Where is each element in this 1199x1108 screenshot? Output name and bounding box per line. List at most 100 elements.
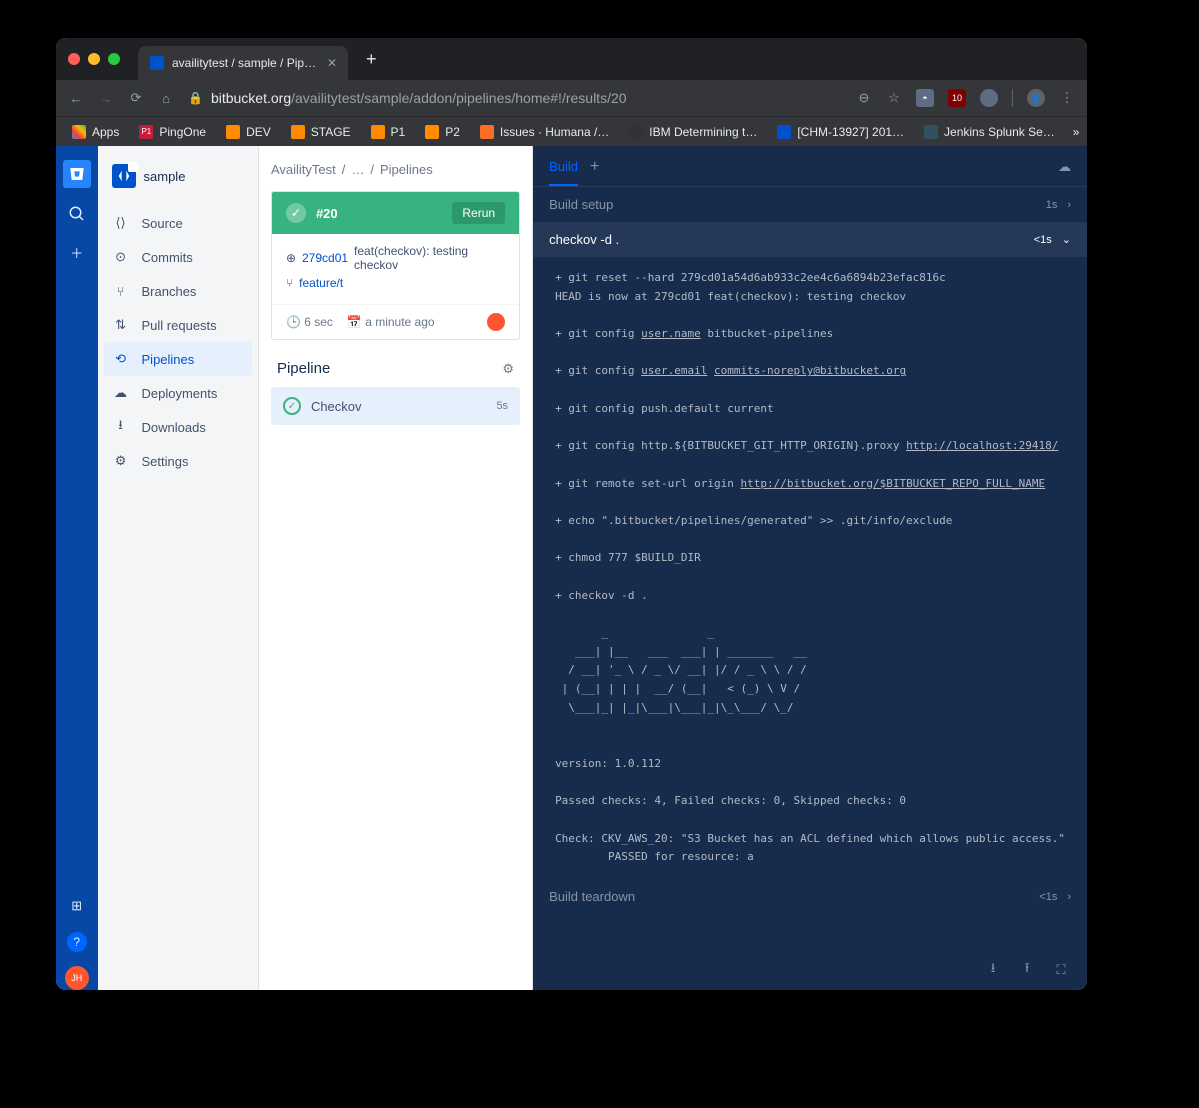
sidebar-item-branches[interactable]: ⑂Branches xyxy=(98,274,258,308)
pipeline-icon: ⟲ xyxy=(112,350,130,368)
commit-msg: feat(checkov): testing checkov xyxy=(354,244,505,272)
code-icon: ⟨⟩ xyxy=(112,214,130,232)
add-icon[interactable]: ＋ xyxy=(65,240,89,264)
browser-tab[interactable]: availitytest / sample / Pipelines ✕ xyxy=(138,46,348,80)
bookmark-pingone[interactable]: P1PingOne xyxy=(131,121,214,143)
pipeline-panel: AvailityTest / … / Pipelines ✓ #20 Rerun… xyxy=(259,146,533,990)
project-sidebar: sample ⟨⟩Source ⊙Commits ⑂Branches ⇅Pull… xyxy=(98,146,259,990)
bookmark-dev[interactable]: DEV xyxy=(218,121,279,143)
address-bar: ← → ⟳ ⌂ 🔒 bitbucket.org/availitytest/sam… xyxy=(56,80,1087,116)
sidebar-item-settings[interactable]: ⚙Settings xyxy=(98,444,258,478)
crumb-pipelines[interactable]: Pipelines xyxy=(380,162,433,177)
branch-name[interactable]: feature/t xyxy=(299,276,343,290)
sidebar-item-commits[interactable]: ⊙Commits xyxy=(98,240,258,274)
profile-icon[interactable]: 👤 xyxy=(1027,89,1045,107)
back-button[interactable]: ← xyxy=(68,90,84,106)
upload-log-icon[interactable]: ⭱ xyxy=(1017,960,1037,980)
download-log-icon[interactable]: ⭳ xyxy=(983,960,1003,980)
bookmark-gitlab[interactable]: Issues · Humana /… xyxy=(472,121,617,143)
browser-window: availitytest / sample / Pipelines ✕ + ← … xyxy=(56,38,1087,990)
pipeline-settings-icon[interactable]: ⚙ xyxy=(502,361,514,377)
log-section-command[interactable]: checkov -d . <1s ⌄ xyxy=(533,222,1087,257)
pipeline-title: Pipeline xyxy=(277,360,330,377)
search-icon[interactable] xyxy=(65,202,89,226)
reload-button[interactable]: ⟳ xyxy=(128,90,144,106)
global-rail: ＋ ⊞ ? JH xyxy=(56,146,98,990)
log-tabs: Build + ☁ xyxy=(533,146,1087,187)
expand-icon[interactable]: ⛶ xyxy=(1051,960,1071,980)
url-field[interactable]: 🔒 bitbucket.org/availitytest/sample/addo… xyxy=(188,90,842,106)
cloud-up-icon: ☁ xyxy=(112,384,130,402)
new-tab-button[interactable]: + xyxy=(366,49,377,70)
chevron-right-icon: › xyxy=(1067,891,1071,903)
step-success-icon: ✓ xyxy=(283,397,301,415)
extension-icon[interactable] xyxy=(980,89,998,107)
project-header[interactable]: sample xyxy=(98,158,258,194)
app-content: ＋ ⊞ ? JH sample ⟨⟩Source ⊙Commits ⑂Branc… xyxy=(56,146,1087,990)
add-tab-icon[interactable]: + xyxy=(590,158,599,186)
crumb-workspace[interactable]: AvailityTest xyxy=(271,162,336,177)
lock-icon: 🔒 xyxy=(188,91,203,105)
step-label: Checkov xyxy=(311,399,362,414)
bookmarks-overflow[interactable]: » xyxy=(1067,125,1086,139)
bookmarks-bar: Apps P1PingOne DEV STAGE P1 P2 Issues · … xyxy=(56,116,1087,146)
chevron-right-icon: › xyxy=(1067,199,1071,211)
log-panel: Build + ☁ Build setup 1s › checkov -d . … xyxy=(533,146,1087,990)
minimize-window[interactable] xyxy=(88,53,100,65)
commit-hash[interactable]: 279cd01 xyxy=(302,251,348,265)
tab-build[interactable]: Build xyxy=(549,159,578,186)
sidebar-item-deployments[interactable]: ☁Deployments xyxy=(98,376,258,410)
help-icon[interactable]: ? xyxy=(67,932,87,952)
log-body[interactable]: Build setup 1s › checkov -d . <1s ⌄ + gi… xyxy=(533,187,1087,950)
maximize-window[interactable] xyxy=(108,53,120,65)
run-body: ⊕ 279cd01 feat(checkov): testing checkov… xyxy=(272,234,519,304)
chevron-down-icon: ⌄ xyxy=(1062,233,1071,246)
bookmark-stage[interactable]: STAGE xyxy=(283,121,359,143)
pipeline-section-header: Pipeline ⚙ xyxy=(271,360,520,387)
close-tab-icon[interactable]: ✕ xyxy=(327,56,336,70)
log-section-setup[interactable]: Build setup 1s › xyxy=(533,187,1087,222)
url-text: bitbucket.org/availitytest/sample/addon/… xyxy=(211,90,627,106)
zoom-icon[interactable]: ⊖ xyxy=(856,90,872,106)
success-icon: ✓ xyxy=(286,203,306,223)
duration: 🕒 6 sec xyxy=(286,315,333,329)
toolbar-icons: ⊖ ☆ ◓ 10 👤 ⋮ xyxy=(856,89,1075,107)
extension-ublock-icon[interactable]: 10 xyxy=(948,89,966,107)
bookmark-p2[interactable]: P2 xyxy=(417,121,468,143)
home-button[interactable]: ⌂ xyxy=(158,90,174,106)
pr-icon: ⇅ xyxy=(112,316,130,334)
bookmark-jenkins[interactable]: Jenkins Splunk Se… xyxy=(916,121,1063,143)
crumb-more[interactable]: … xyxy=(351,162,364,177)
apps-grid-icon[interactable]: ⊞ xyxy=(65,894,89,918)
forward-button[interactable]: → xyxy=(98,90,114,106)
log-section-teardown[interactable]: Build teardown <1s › xyxy=(533,879,1087,914)
run-card: ✓ #20 Rerun ⊕ 279cd01 feat(checkov): tes… xyxy=(271,191,520,340)
bookmark-apps[interactable]: Apps xyxy=(64,121,127,143)
run-meta: 🕒 6 sec 📅 a minute ago xyxy=(272,304,519,339)
author-avatar[interactable] xyxy=(487,313,505,331)
user-avatar[interactable]: JH xyxy=(65,966,89,990)
project-icon xyxy=(112,164,136,188)
gear-icon: ⚙ xyxy=(112,452,130,470)
close-window[interactable] xyxy=(68,53,80,65)
sidebar-item-source[interactable]: ⟨⟩Source xyxy=(98,206,258,240)
bookmark-jira[interactable]: [CHM-13927] 201… xyxy=(769,121,912,143)
project-name: sample xyxy=(144,169,186,184)
bitbucket-logo-icon[interactable] xyxy=(63,160,91,188)
timestamp: 📅 a minute ago xyxy=(347,315,435,329)
star-icon[interactable]: ☆ xyxy=(886,90,902,106)
branch-glyph-icon: ⑂ xyxy=(286,276,293,290)
sidebar-item-pipelines[interactable]: ⟲Pipelines xyxy=(104,342,252,376)
titlebar: availitytest / sample / Pipelines ✕ + xyxy=(56,38,1087,80)
sidebar-item-downloads[interactable]: ⭳Downloads xyxy=(98,410,258,444)
run-number: #20 xyxy=(316,206,442,221)
extension-shield-icon[interactable]: ◓ xyxy=(916,89,934,107)
cloud-download-icon[interactable]: ☁ xyxy=(1058,159,1071,185)
bookmark-ibm[interactable]: IBM Determining t… xyxy=(621,121,765,143)
sidebar-item-pull-requests[interactable]: ⇅Pull requests xyxy=(98,308,258,342)
bookmark-p1[interactable]: P1 xyxy=(363,121,414,143)
run-header: ✓ #20 Rerun xyxy=(272,192,519,234)
rerun-button[interactable]: Rerun xyxy=(452,202,505,224)
menu-icon[interactable]: ⋮ xyxy=(1059,90,1075,106)
step-checkov[interactable]: ✓ Checkov 5s xyxy=(271,387,520,425)
